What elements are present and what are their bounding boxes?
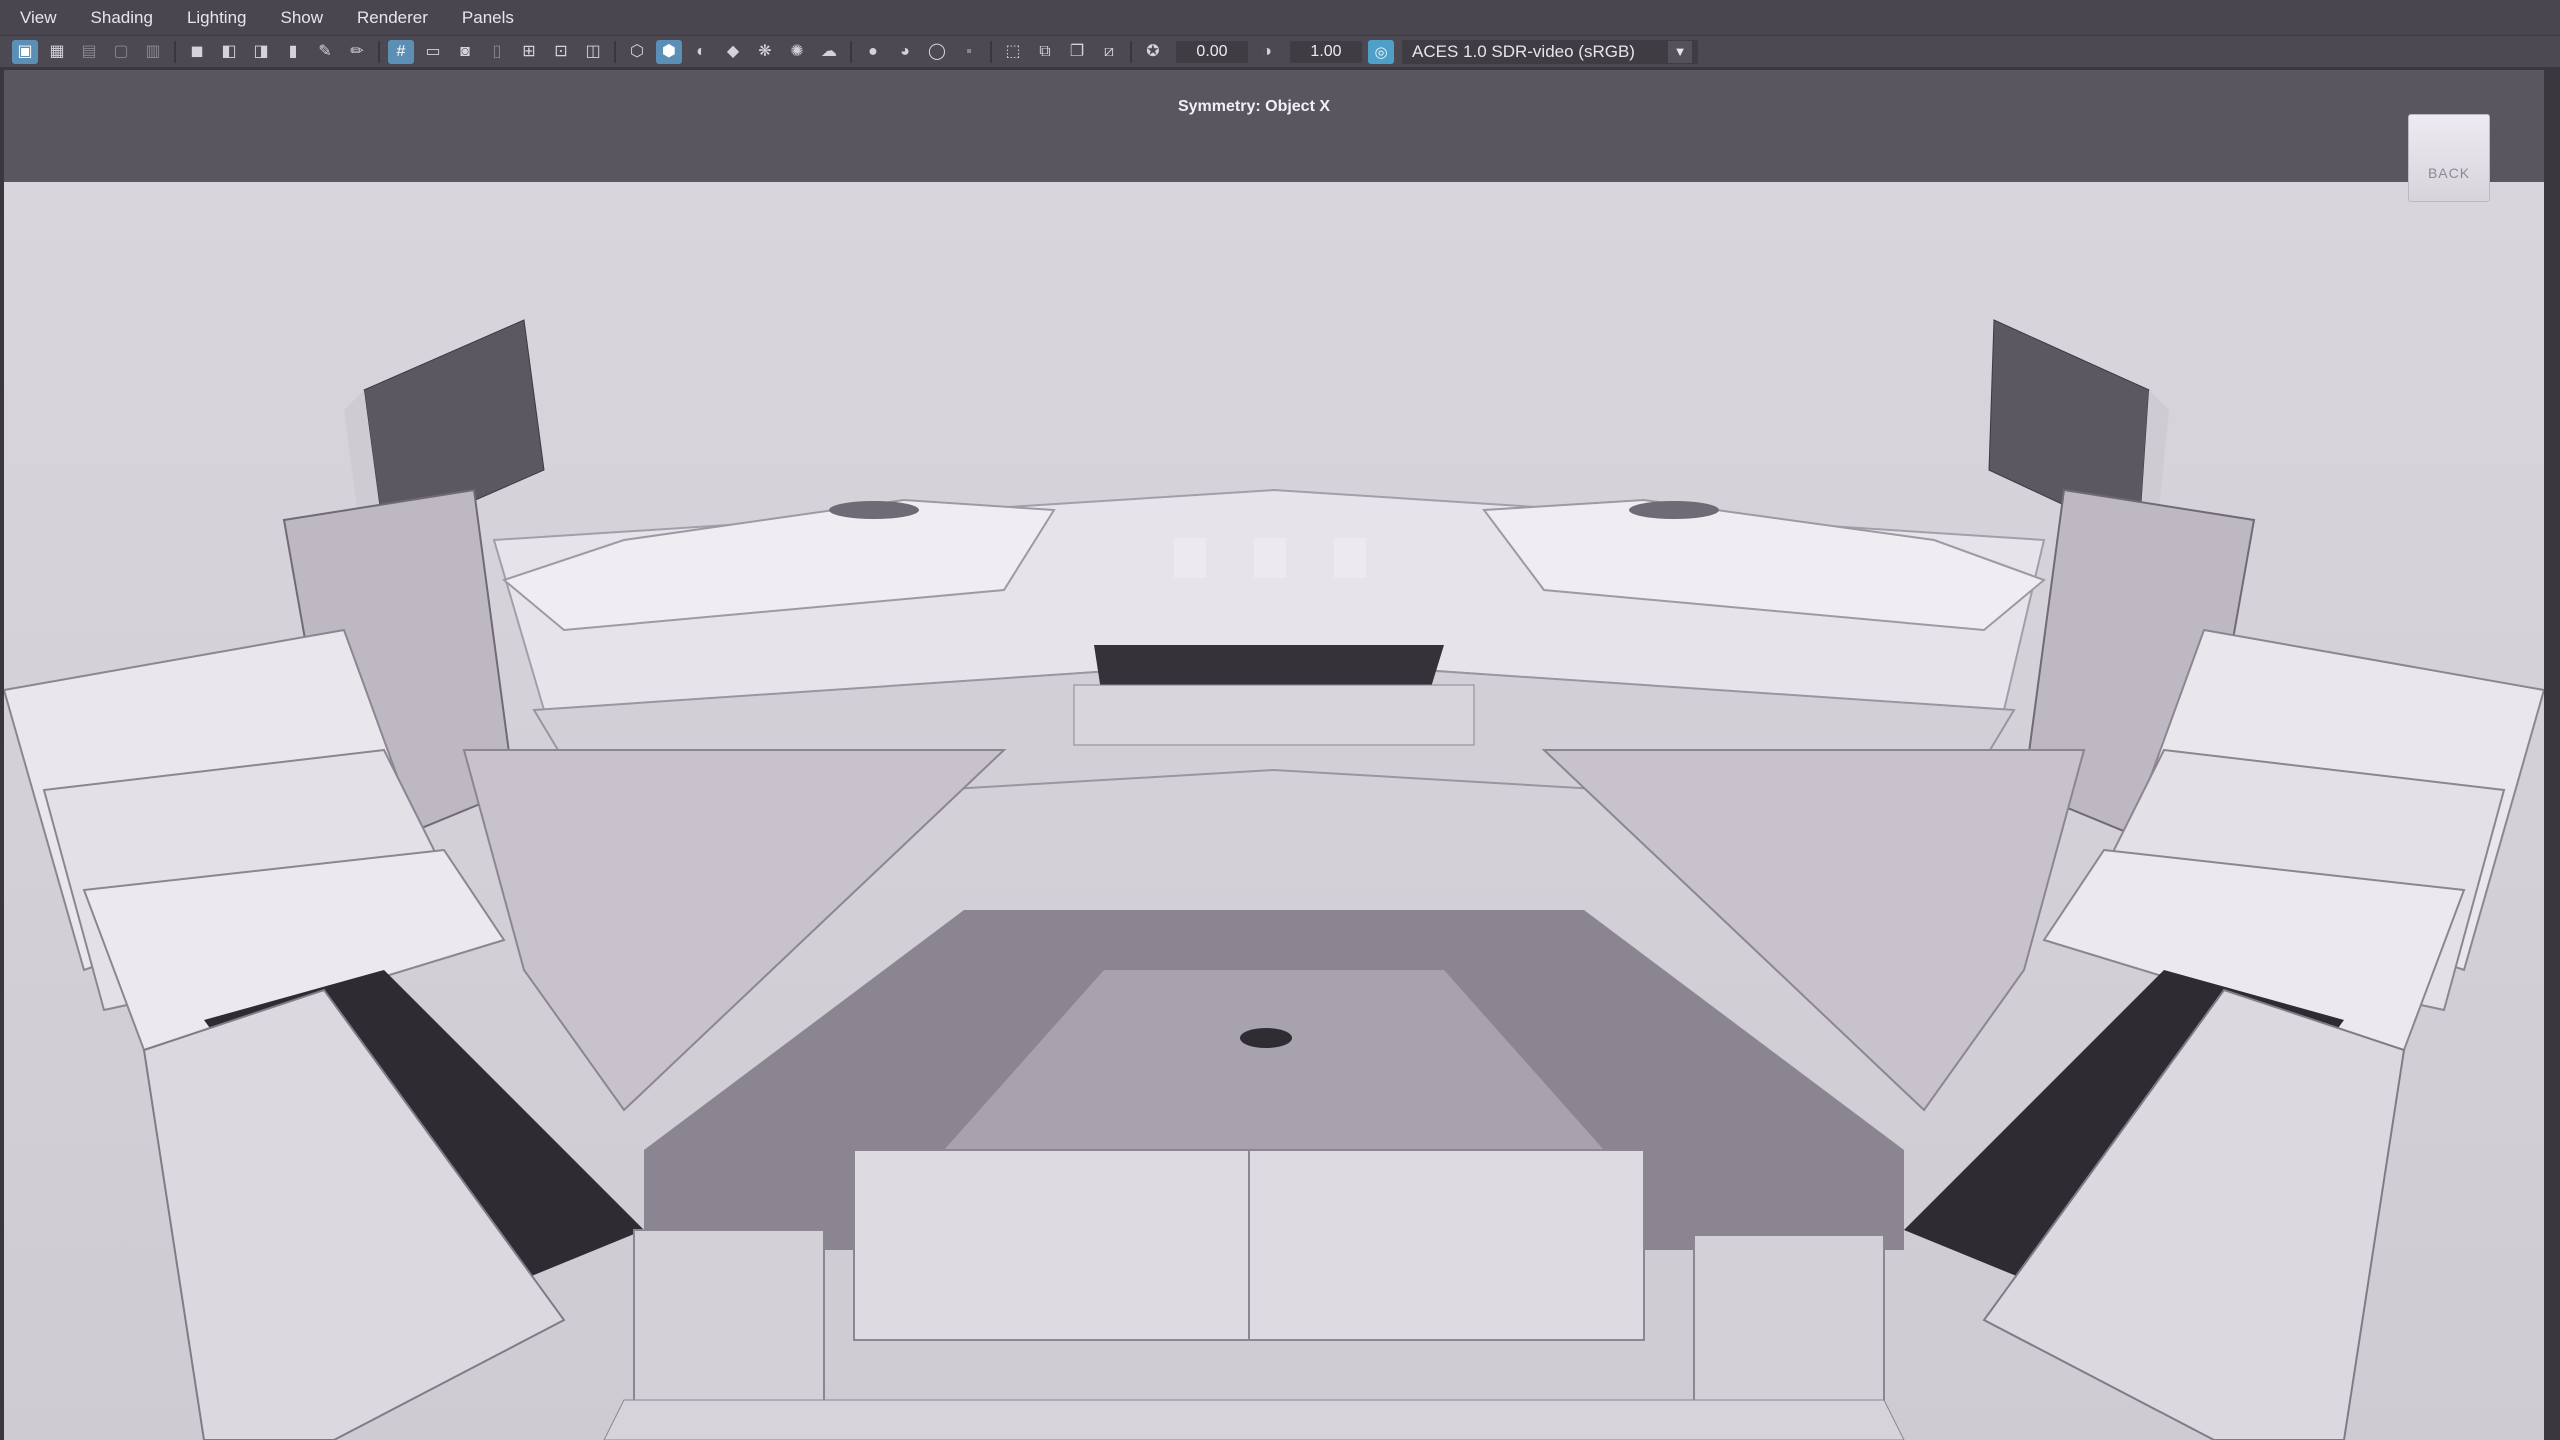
view-transform-dropdown[interactable]: ACES 1.0 SDR-video (sRGB) ▼ — [1402, 39, 1698, 64]
2d-pan-zoom-icon[interactable]: ▥ — [140, 40, 166, 64]
3d-viewport[interactable]: Symmetry: Object X BACK — [4, 70, 2544, 1440]
ambient-occlusion-icon[interactable]: ● — [860, 40, 886, 64]
view-transform-label: ACES 1.0 SDR-video (sRGB) — [1412, 41, 1635, 61]
color-management-control: ◎ ACES 1.0 SDR-video (sRGB) ▼ — [1368, 39, 1698, 64]
default-material-icon[interactable]: ◐ — [688, 40, 714, 64]
select-camera-icon[interactable]: ▣ — [12, 39, 38, 64]
camera-lock-icon[interactable]: ◧ — [216, 40, 242, 64]
menu-renderer[interactable]: Renderer — [357, 8, 428, 28]
field-chart-icon[interactable]: ⊞ — [516, 40, 542, 64]
menu-shading[interactable]: Shading — [91, 8, 153, 28]
menu-show[interactable]: Show — [281, 8, 324, 28]
xray-active-icon[interactable]: ⧉ — [1032, 40, 1058, 64]
menu-lighting[interactable]: Lighting — [187, 8, 247, 28]
menu-panels[interactable]: Panels — [462, 8, 514, 28]
maya-viewport-panel: View Shading Lighting Show Renderer Pane… — [0, 0, 2560, 1440]
image-plane-icon[interactable]: ▢ — [108, 40, 134, 64]
exposure-field[interactable]: 0.00 — [1176, 40, 1248, 63]
gamma-field[interactable]: 1.00 — [1290, 40, 1362, 63]
grid-icon[interactable]: # — [388, 39, 414, 64]
stadium-model — [4, 319, 2544, 1440]
pencil-icon[interactable]: ✏ — [344, 40, 370, 64]
film-gate-icon[interactable]: ▭ — [420, 40, 446, 64]
use-lights-icon[interactable]: ✺ — [784, 40, 810, 64]
toolbar-divider — [614, 40, 616, 63]
resolution-gate-icon[interactable]: ◙ — [452, 40, 478, 64]
gamma-icon[interactable]: ◑ — [1254, 40, 1280, 64]
toolbar-divider — [990, 40, 992, 63]
bookmarks-icon[interactable]: ▤ — [76, 40, 102, 64]
textured-icon[interactable]: ◆ — [720, 40, 746, 64]
toolbar-divider — [850, 40, 852, 63]
isolate-select-icon[interactable]: ⬚ — [1000, 40, 1026, 64]
shadows-icon[interactable]: ☁ — [816, 40, 842, 64]
smooth-shade-icon[interactable]: ⬢ — [656, 39, 682, 64]
toolbar-divider — [174, 40, 176, 63]
camera-aim-icon[interactable]: ◨ — [248, 40, 274, 64]
menu-view[interactable]: View — [20, 8, 57, 28]
camera-attributes-icon[interactable]: ▦ — [44, 40, 70, 64]
anti-aliasing-icon[interactable]: ◯ — [924, 40, 950, 64]
panel-menu-bar: View Shading Lighting Show Renderer Pane… — [0, 0, 2560, 36]
safe-title-icon[interactable]: ◫ — [580, 40, 606, 64]
toolbar-divider — [1130, 40, 1132, 63]
backface-culling-icon[interactable]: ⧄ — [1096, 40, 1122, 64]
grease-pencil-icon[interactable]: ✎ — [312, 40, 338, 64]
camera-icon[interactable]: ◼ — [184, 40, 210, 64]
motion-blur-icon[interactable]: ◕ — [892, 40, 918, 64]
toolbar-divider — [378, 40, 380, 63]
safe-action-icon[interactable]: ⊡ — [548, 40, 574, 64]
gate-mask-icon[interactable]: ▯ — [484, 40, 510, 64]
xray-joints-icon[interactable]: ❐ — [1064, 40, 1090, 64]
xray-icon[interactable]: ❋ — [752, 40, 778, 64]
chevron-down-icon[interactable]: ▼ — [1668, 40, 1692, 63]
panel-toolbar: ▣ ▦ ▤ ▢ ▥ ◼ ◧ ◨ ▮ ✎ ✏ # ▭ ◙ ▯ ⊞ ⊡ ◫ ⬡ ⬢ — [0, 36, 2560, 68]
bookmark-icon[interactable]: ▮ — [280, 40, 306, 64]
wireframe-icon[interactable]: ⬡ — [624, 40, 650, 64]
color-management-icon[interactable]: ◎ — [1368, 39, 1394, 64]
depth-of-field-icon[interactable]: ▪ — [956, 40, 982, 64]
exposure-icon[interactable]: ✪ — [1140, 40, 1166, 64]
